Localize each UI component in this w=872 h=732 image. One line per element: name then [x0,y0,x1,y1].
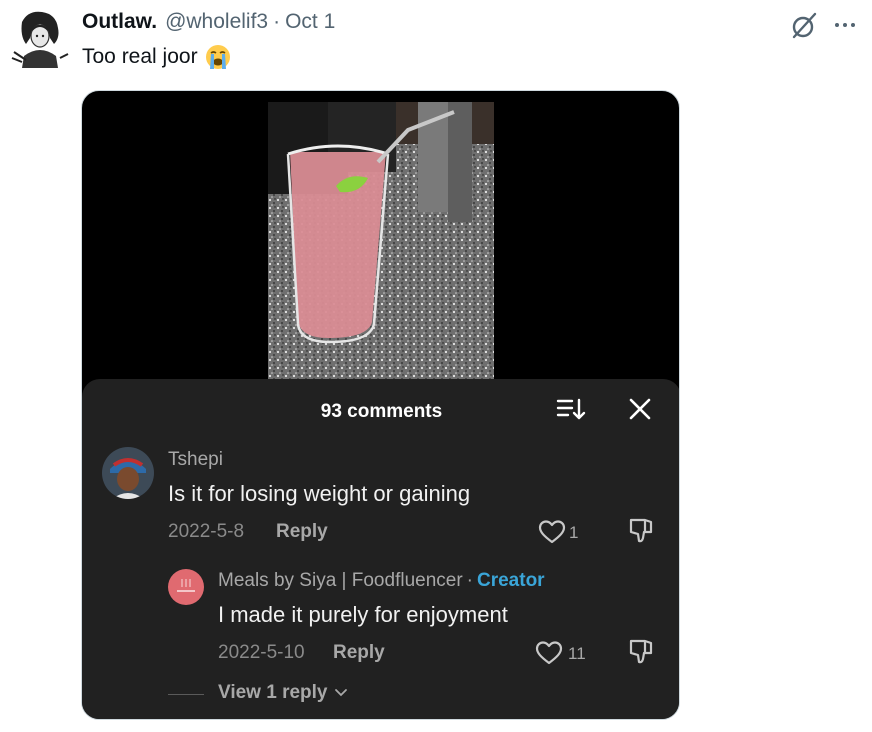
reply-author-row: Meals by Siya | Foodfluencer · Creator [218,570,545,592]
header-separator: · [273,10,281,33]
tweet-text-row: Too real joor [82,43,232,71]
heart-icon[interactable] [538,519,566,545]
commenter-avatar[interactable] [102,447,154,499]
loudly-crying-face-icon [205,45,230,69]
author-handle[interactable]: @wholelif3 [165,10,268,34]
commenter-name[interactable]: Tshepi [168,449,223,471]
dislike-icon[interactable] [627,516,655,544]
reply-author-name[interactable]: Meals by Siya | Foodfluencer [218,570,463,591]
reply-text: I made it purely for enjoyment [218,602,508,627]
chevron-down-icon [334,689,347,697]
author-name[interactable]: Outlaw. [82,10,157,34]
reply-to-reply-button[interactable]: Reply [333,642,385,664]
tweet-date[interactable]: Oct 1 [285,10,335,34]
media-attachment[interactable]: 93 comments Tshepi Is it for losing weig… [81,90,680,720]
view-replies-button[interactable]: View 1 reply [218,682,348,704]
comments-panel: 93 comments Tshepi Is it for losing weig… [82,379,679,719]
smoothie-photo [268,102,494,392]
heart-icon[interactable] [535,640,563,666]
tweet-header: Outlaw. @wholelif3 · Oct 1 [82,10,335,38]
comment-date: 2022-5-8 [168,521,245,542]
divider-line [168,694,204,695]
comment-text: Is it for losing weight or gaining [168,481,471,506]
view-replies-label: View 1 reply [218,682,328,703]
more-options-icon[interactable] [832,12,858,38]
grok-icon[interactable] [788,10,820,42]
comments-count-title: 93 comments [320,401,443,422]
author-avatar[interactable] [10,8,70,72]
reply-like-count: 11 [568,644,586,663]
sort-icon[interactable] [556,397,586,423]
tweet-text: Too real joor [82,45,198,68]
dislike-icon[interactable] [627,637,655,665]
reply-button[interactable]: Reply [276,521,328,543]
close-icon[interactable] [628,397,652,421]
reply-date: 2022-5-10 [218,642,305,663]
creator-avatar[interactable] [168,569,204,605]
creator-badge: Creator [477,570,545,591]
like-count: 1 [569,523,579,542]
reply-separator: · [466,570,473,591]
